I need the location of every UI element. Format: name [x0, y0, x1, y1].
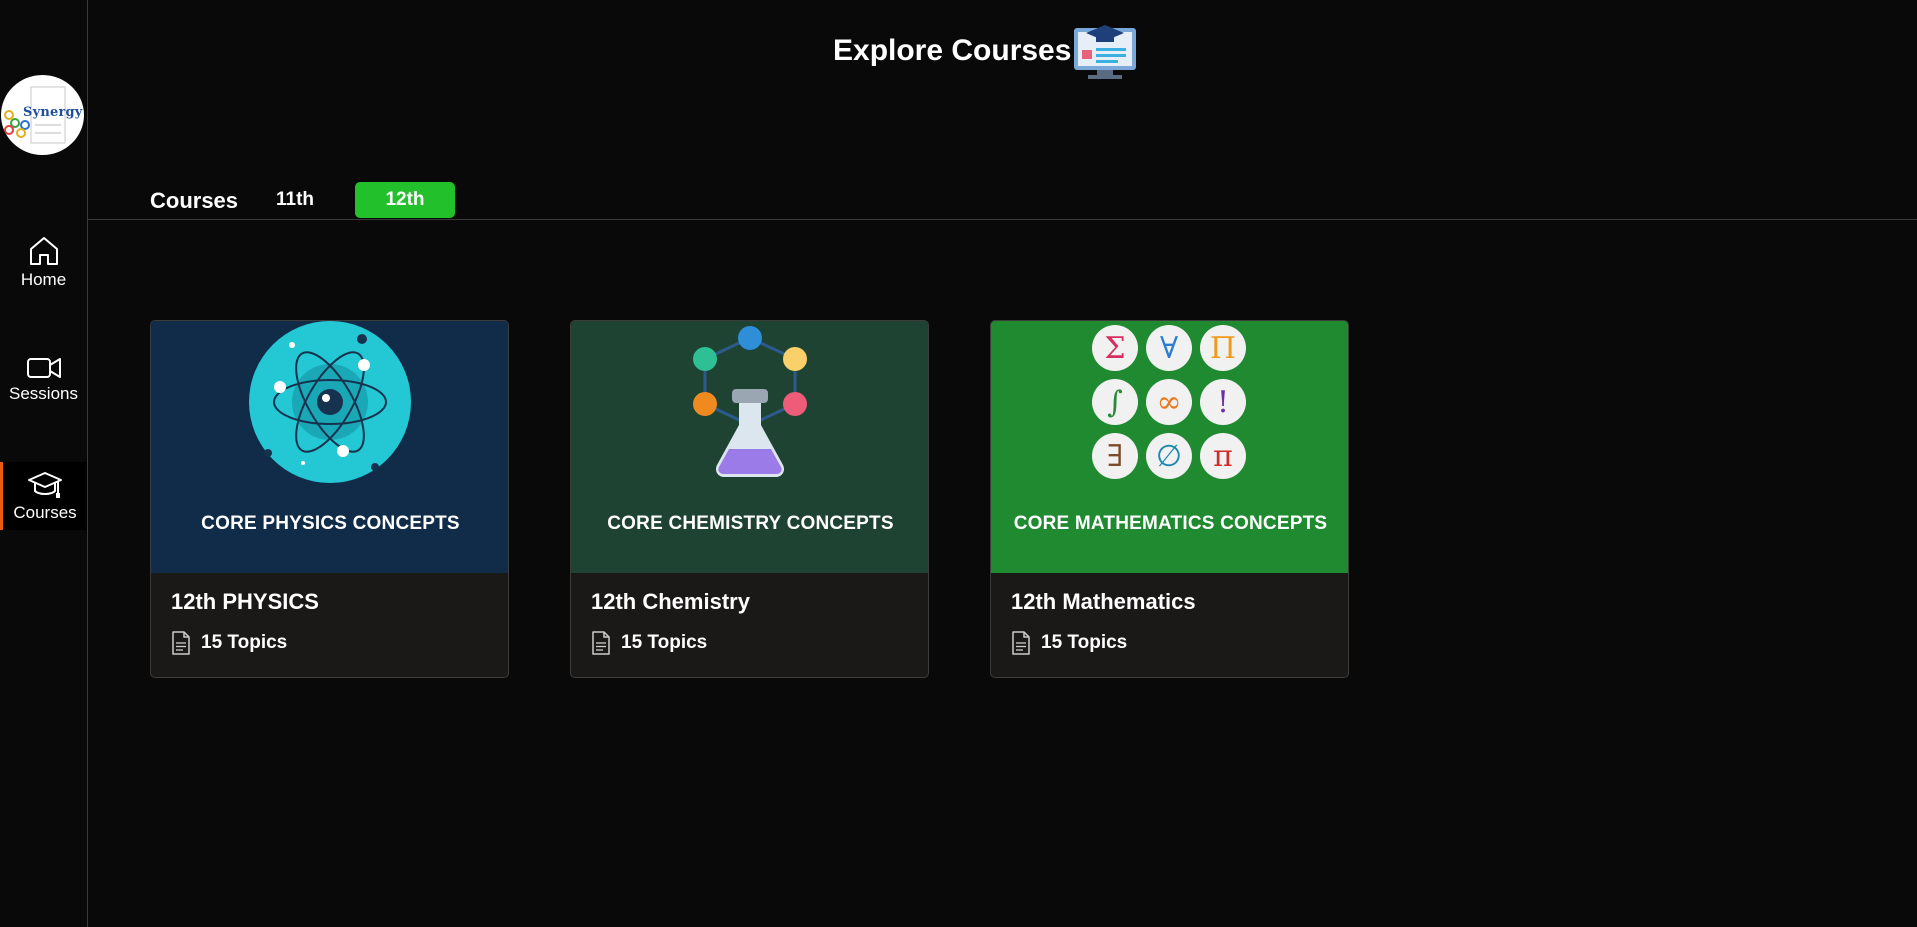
- for-all-icon: ∀: [1146, 325, 1192, 371]
- sidebar-item-label: Courses: [13, 503, 77, 522]
- document-icon: [1012, 631, 1030, 655]
- empty-set-icon: ∅: [1146, 433, 1192, 479]
- tabs-label: Courses: [150, 188, 239, 213]
- course-banner: CORE PHYSICS CONCEPTS: [151, 321, 508, 573]
- course-title: 12th Mathematics: [1011, 589, 1196, 614]
- banner-caption: CORE MATHEMATICS CONCEPTS: [1013, 513, 1328, 534]
- topics-count: 15 Topics: [621, 632, 708, 653]
- page-title: Explore Courses: [833, 34, 1072, 67]
- course-card-physics[interactable]: CORE PHYSICS CONCEPTS 12th PHYSICS 15 To…: [150, 320, 509, 678]
- document-icon: [592, 631, 610, 655]
- course-monitor-icon: [1074, 25, 1136, 79]
- tab-11th[interactable]: 11th: [268, 182, 322, 218]
- course-topics: 15 Topics: [591, 631, 707, 655]
- pi-icon: π: [1200, 433, 1246, 479]
- pi-product-icon: Π: [1200, 325, 1246, 371]
- course-card-mathematics[interactable]: Σ ∀ Π ∫ ∞ ! ∃ ∅ π CORE MATHEMATICS CONCE…: [990, 320, 1349, 678]
- exists-icon: ∃: [1092, 433, 1138, 479]
- logo-text: Synergy: [23, 105, 83, 120]
- atom-icon: [249, 321, 411, 483]
- topics-count: 15 Topics: [1041, 632, 1128, 653]
- document-icon: [172, 631, 190, 655]
- sidebar-item-sessions[interactable]: Sessions: [0, 345, 87, 413]
- synergy-logo[interactable]: Synergy: [1, 75, 84, 155]
- course-topics: 15 Topics: [171, 631, 287, 655]
- integral-icon: ∫: [1092, 379, 1138, 425]
- home-icon: [29, 237, 58, 265]
- tab-12th[interactable]: 12th: [355, 182, 455, 218]
- sidebar-item-label: Sessions: [9, 384, 78, 403]
- topics-count: 15 Topics: [201, 632, 288, 653]
- tabs-divider: [88, 219, 1917, 220]
- sidebar-item-home[interactable]: Home: [0, 228, 87, 296]
- course-banner: CORE CHEMISTRY CONCEPTS: [571, 321, 928, 573]
- course-banner: Σ ∀ Π ∫ ∞ ! ∃ ∅ π CORE MATHEMATICS CONCE…: [991, 321, 1348, 573]
- course-title: 12th PHYSICS: [171, 589, 319, 614]
- banner-caption: CORE PHYSICS CONCEPTS: [201, 513, 460, 534]
- course-topics: 15 Topics: [1011, 631, 1127, 655]
- graduation-cap-icon: [28, 472, 62, 498]
- course-title: 12th Chemistry: [591, 589, 750, 614]
- chemistry-flask-icon: [693, 326, 807, 477]
- course-card-chemistry[interactable]: CORE CHEMISTRY CONCEPTS 12th Chemistry 1…: [570, 320, 929, 678]
- exclamation-icon: !: [1200, 379, 1246, 425]
- sidebar: Synergy Home Sessions Courses: [0, 0, 88, 927]
- sidebar-item-courses[interactable]: Courses: [0, 462, 87, 530]
- banner-caption: CORE CHEMISTRY CONCEPTS: [607, 513, 894, 534]
- infinity-icon: ∞: [1146, 379, 1192, 425]
- sigma-icon: Σ: [1092, 325, 1138, 371]
- sidebar-item-label: Home: [20, 270, 67, 289]
- video-camera-icon: [26, 358, 61, 378]
